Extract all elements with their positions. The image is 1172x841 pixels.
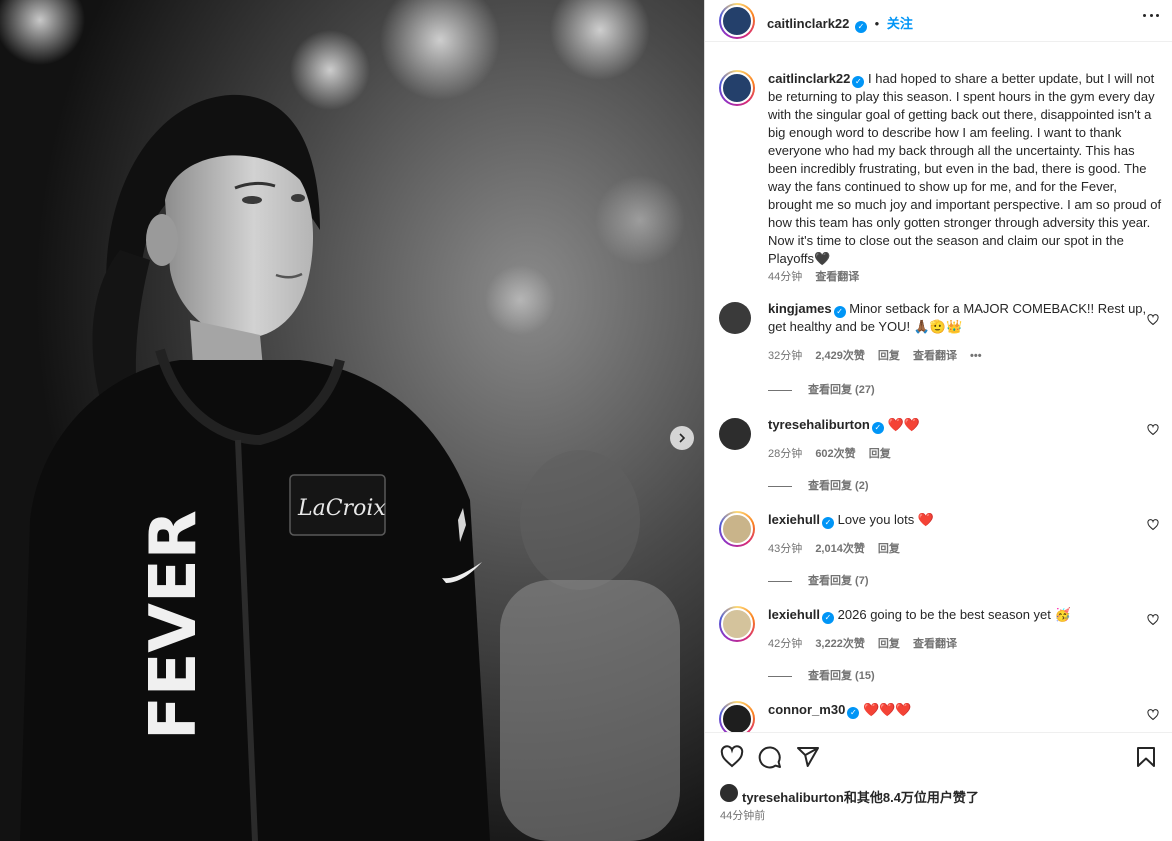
reply-button[interactable]: 回复 — [869, 448, 891, 460]
caption-username[interactable]: caitlinclark22 — [768, 71, 850, 86]
heart-icon[interactable] — [1147, 614, 1159, 626]
post-sidebar: caitlinclark22 ✓ • 关注 caitlinclark22 ✓ I … — [704, 0, 1172, 841]
comment-text: connor_m30 ✓ ❤️❤️❤️ — [768, 701, 1164, 719]
heart-icon[interactable] — [1147, 314, 1159, 326]
verified-badge-icon: ✓ — [847, 707, 860, 719]
next-photo-button[interactable] — [670, 426, 694, 450]
heart-icon[interactable] — [1147, 424, 1159, 436]
comment-username[interactable]: kingjames — [768, 301, 832, 316]
caption-time: 44分钟 — [768, 271, 803, 283]
comment-item: kingjames ✓ Minor setback for a MAJOR COM… — [719, 300, 1159, 397]
follow-button[interactable]: 关注 — [887, 16, 913, 31]
reply-button[interactable]: 回复 — [878, 350, 900, 362]
heart-icon[interactable] — [1147, 709, 1159, 721]
author-avatar[interactable] — [719, 3, 755, 39]
comment-text: lexiehull ✓ Love you lots ❤️ — [768, 511, 1164, 529]
more-icon[interactable] — [1143, 14, 1159, 18]
caption-text: caitlinclark22 ✓ I had hoped to share a b… — [768, 70, 1164, 268]
comment-meta: 42分钟 3,222次赞 回复 查看翻译 — [768, 635, 967, 651]
comment-meta: 28分钟 602次赞 回复 — [768, 445, 901, 461]
heart-icon[interactable] — [1147, 519, 1159, 531]
view-replies-link[interactable]: 查看回复 (27) — [768, 381, 875, 397]
translate-link[interactable]: 查看翻译 — [913, 638, 957, 650]
caption-meta: 44分钟 查看翻译 — [768, 268, 869, 284]
caption-entry: caitlinclark22 ✓ I had hoped to share a b… — [719, 70, 1161, 290]
comment-text: kingjames ✓ Minor setback for a MAJOR COM… — [768, 300, 1164, 336]
photo-image: LaCroix FEVER — [0, 0, 704, 841]
comment-meta: 32分钟 2,429次赞 回复 查看翻译 ••• — [768, 347, 992, 363]
chevron-right-icon — [679, 433, 686, 443]
photo-logo-text: LaCroix — [297, 496, 386, 521]
instagram-post-dialog: LaCroix FEVER caitlinclark22 ✓ • 关注 cait… — [0, 0, 1172, 841]
comment-likes[interactable]: 2,014次赞 — [815, 543, 865, 555]
heart-icon[interactable] — [720, 745, 744, 769]
translate-link[interactable]: 查看翻译 — [913, 350, 957, 362]
comment-more-icon[interactable]: ••• — [970, 350, 982, 362]
view-replies-link[interactable]: 查看回复 (15) — [768, 667, 875, 683]
separator-dot: • — [874, 16, 880, 31]
comment-text: lexiehull ✓ 2026 going to be the best sea… — [768, 606, 1164, 624]
comment-icon[interactable] — [758, 745, 782, 769]
comment-username[interactable]: lexiehull — [768, 512, 820, 527]
view-replies-link[interactable]: 查看回复 (7) — [768, 572, 869, 588]
reply-button[interactable]: 回复 — [878, 543, 900, 555]
comment-body: Love you lots ❤️ — [837, 512, 935, 527]
comment-time: 43分钟 — [768, 543, 803, 555]
comment-time: 32分钟 — [768, 350, 803, 362]
caption-avatar[interactable] — [719, 70, 755, 106]
comment-time: 28分钟 — [768, 448, 803, 460]
comment-avatar[interactable] — [719, 418, 751, 450]
comment-body: ❤️❤️❤️ — [862, 702, 912, 717]
post-actions: tyresehaliburton和其他8.4万位用户赞了 44分钟前 — [705, 732, 1172, 841]
comment-avatar[interactable] — [719, 511, 755, 547]
view-replies-link[interactable]: 查看回复 (2) — [768, 477, 869, 493]
verified-badge-icon: ✓ — [833, 306, 846, 318]
comment-avatar[interactable] — [719, 302, 751, 334]
comment-likes[interactable]: 602次赞 — [815, 448, 855, 460]
post-photo[interactable]: LaCroix FEVER — [0, 0, 704, 841]
comment-body: 2026 going to be the best season yet 🥳 — [837, 607, 1071, 622]
likes-summary[interactable]: tyresehaliburton和其他8.4万位用户赞了 — [742, 787, 979, 806]
comment-username[interactable]: connor_m30 — [768, 702, 845, 717]
comment-meta: 43分钟 2,014次赞 回复 — [768, 540, 910, 556]
comment-avatar[interactable] — [719, 701, 755, 732]
caption-translate-link[interactable]: 查看翻译 — [815, 271, 859, 283]
verified-badge-icon: ✓ — [855, 21, 868, 33]
comment-item: tyresehaliburton ✓ ❤️❤️ 28分钟 602次赞 回复 查看回… — [719, 416, 1159, 496]
verified-badge-icon: ✓ — [822, 612, 835, 624]
post-header: caitlinclark22 ✓ • 关注 — [705, 0, 1172, 42]
comment-item: lexiehull ✓ 2026 going to be the best sea… — [719, 606, 1159, 686]
verified-badge-icon: ✓ — [871, 422, 884, 434]
verified-badge-icon: ✓ — [852, 76, 865, 88]
reply-button[interactable]: 回复 — [878, 638, 900, 650]
bookmark-icon[interactable] — [1134, 745, 1158, 769]
verified-badge-icon: ✓ — [822, 517, 835, 529]
comment-avatar[interactable] — [719, 606, 755, 642]
comment-body: ❤️❤️ — [887, 417, 920, 432]
comment-likes[interactable]: 2,429次赞 — [815, 350, 865, 362]
comments-scroll[interactable]: caitlinclark22 ✓ I had hoped to share a b… — [705, 42, 1172, 732]
comment-username[interactable]: lexiehull — [768, 607, 820, 622]
photo-jersey-text: FEVER — [137, 510, 211, 740]
comment-username[interactable]: tyresehaliburton — [768, 417, 870, 432]
comment-item: lexiehull ✓ Love you lots ❤️ 43分钟 2,014次赞… — [719, 511, 1159, 591]
author-username[interactable]: caitlinclark22 — [767, 16, 849, 31]
comment-item: connor_m30 ✓ ❤️❤️❤️ — [719, 701, 1159, 732]
liker-avatar[interactable] — [720, 784, 738, 802]
comment-time: 42分钟 — [768, 638, 803, 650]
comment-likes[interactable]: 3,222次赞 — [815, 638, 865, 650]
caption-body: I had hoped to share a better update, bu… — [768, 71, 1162, 266]
share-icon[interactable] — [796, 745, 820, 769]
comment-text: tyresehaliburton ✓ ❤️❤️ — [768, 416, 1164, 434]
post-time: 44分钟前 — [720, 810, 766, 822]
